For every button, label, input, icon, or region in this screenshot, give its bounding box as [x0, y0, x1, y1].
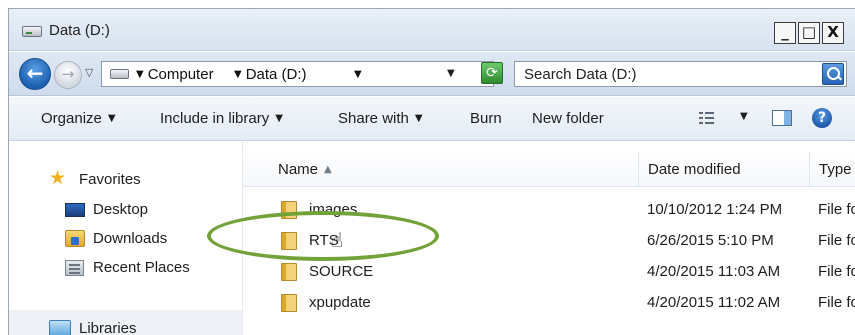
preview-pane-icon[interactable] — [772, 110, 792, 126]
column-header-label: Name — [278, 161, 319, 178]
file-date-modified: 10/10/2012 1:24 PM — [647, 201, 783, 218]
command-bar: Organize ▼ Include in library ▼ Share with… — [9, 97, 855, 141]
folder-icon — [281, 263, 297, 281]
organize-label: Organize — [41, 110, 102, 127]
forward-button[interactable]: → — [54, 61, 82, 89]
breadcrumb-subfolders-chevron-icon[interactable]: ▼ — [354, 66, 366, 83]
share-with-label: Share with — [338, 110, 409, 127]
change-view-icon[interactable] — [699, 111, 714, 124]
navigation-pane: ★ Favorites Desktop Downloads Recent Pla… — [9, 142, 242, 335]
burn-button[interactable]: Burn — [470, 110, 502, 127]
sidebar-item-label: Libraries — [79, 320, 137, 335]
breadcrumb-label: Data (D:) — [245, 66, 307, 83]
file-date-modified: 4/20/2015 11:02 AM — [647, 294, 781, 311]
sort-ascending-icon: ▲ — [324, 164, 332, 175]
new-folder-button[interactable]: New folder — [532, 110, 604, 127]
back-button[interactable]: ← — [19, 58, 51, 90]
file-name: xpupdate — [309, 294, 371, 311]
share-with-menu[interactable]: Share with ▼ — [338, 110, 423, 127]
file-date-modified: 4/20/2015 11:03 AM — [647, 263, 781, 280]
chevron-down-icon: ▼ — [107, 113, 116, 124]
column-headers: Name ▲ Date modified Type — [243, 151, 855, 187]
explorer-window: Data (D:) _ □ X ← → ▽ ▼ Computer ▼ Data (D… — [8, 8, 855, 335]
search-icon[interactable] — [822, 63, 844, 85]
refresh-button[interactable]: ⟳ — [481, 62, 503, 84]
title-bar: Data (D:) _ □ X — [9, 9, 855, 51]
file-type: File fo — [818, 294, 855, 311]
folder-icon — [281, 232, 297, 250]
downloads-icon — [65, 230, 85, 247]
file-type: File fo — [818, 232, 855, 249]
chevron-down-icon[interactable]: ▼ — [136, 69, 144, 80]
sidebar-item-label: Downloads — [93, 230, 168, 247]
recent-pages-chevron-icon[interactable]: ▽ — [85, 66, 93, 79]
organize-menu[interactable]: Organize ▼ — [41, 110, 116, 127]
search-input[interactable]: Search Data (D:) — [514, 61, 847, 87]
column-header-type[interactable]: Type — [809, 151, 855, 187]
window-title: Data (D:) — [49, 22, 110, 39]
sidebar-item-label: Favorites — [79, 171, 141, 188]
include-in-library-menu[interactable]: Include in library ▼ — [160, 110, 283, 127]
chevron-down-icon: ▼ — [275, 113, 283, 124]
desktop-icon — [65, 203, 85, 217]
help-icon[interactable]: ? — [812, 108, 832, 128]
folder-icon — [281, 201, 297, 219]
minimize-button[interactable]: _ — [774, 22, 796, 44]
drive-icon — [22, 26, 42, 37]
close-button[interactable]: X — [822, 22, 844, 44]
view-options-chevron-icon[interactable]: ▼ — [740, 111, 748, 122]
column-header-date-modified[interactable]: Date modified — [638, 151, 811, 187]
file-name: SOURCE — [309, 263, 374, 280]
include-in-library-label: Include in library — [160, 110, 270, 127]
sidebar-item-label: Recent Places — [93, 259, 190, 276]
sidebar-item-label: Desktop — [93, 201, 149, 218]
search-placeholder: Search Data (D:) — [524, 66, 637, 83]
hand-cursor-icon: ☝ — [331, 228, 344, 252]
chevron-down-icon[interactable]: ▼ — [234, 69, 242, 80]
file-date-modified: 6/26/2015 5:10 PM — [647, 232, 774, 249]
table-row[interactable]: images 10/10/2012 1:24 PM File fo — [243, 195, 855, 225]
file-name: images — [309, 201, 358, 218]
table-row[interactable]: SOURCE 4/20/2015 11:03 AM File fo — [243, 257, 855, 287]
address-row: ← → ▽ ▼ Computer ▼ Data (D:) ▼ ▼ ⟳ Search … — [9, 52, 855, 96]
breadcrumb-label: Computer — [147, 66, 214, 83]
breadcrumb-computer[interactable]: ▼ Computer — [136, 66, 214, 83]
star-icon: ★ — [49, 167, 67, 189]
table-row[interactable]: xpupdate 4/20/2015 11:02 AM File fo — [243, 288, 855, 318]
column-header-name[interactable]: Name ▲ — [278, 151, 332, 187]
breadcrumb-data[interactable]: ▼ Data (D:) — [234, 66, 307, 83]
maximize-button[interactable]: □ — [798, 22, 820, 44]
folder-icon — [281, 294, 297, 312]
address-bar[interactable]: ▼ Computer ▼ Data (D:) ▼ ▼ — [101, 61, 494, 87]
chevron-down-icon: ▼ — [414, 113, 423, 124]
libraries-icon — [49, 320, 71, 335]
recent-places-icon — [65, 260, 84, 276]
address-history-chevron-icon[interactable]: ▼ — [447, 68, 455, 79]
file-type: File fo — [818, 263, 855, 280]
file-type: File fo — [818, 201, 855, 218]
drive-icon — [110, 69, 129, 79]
